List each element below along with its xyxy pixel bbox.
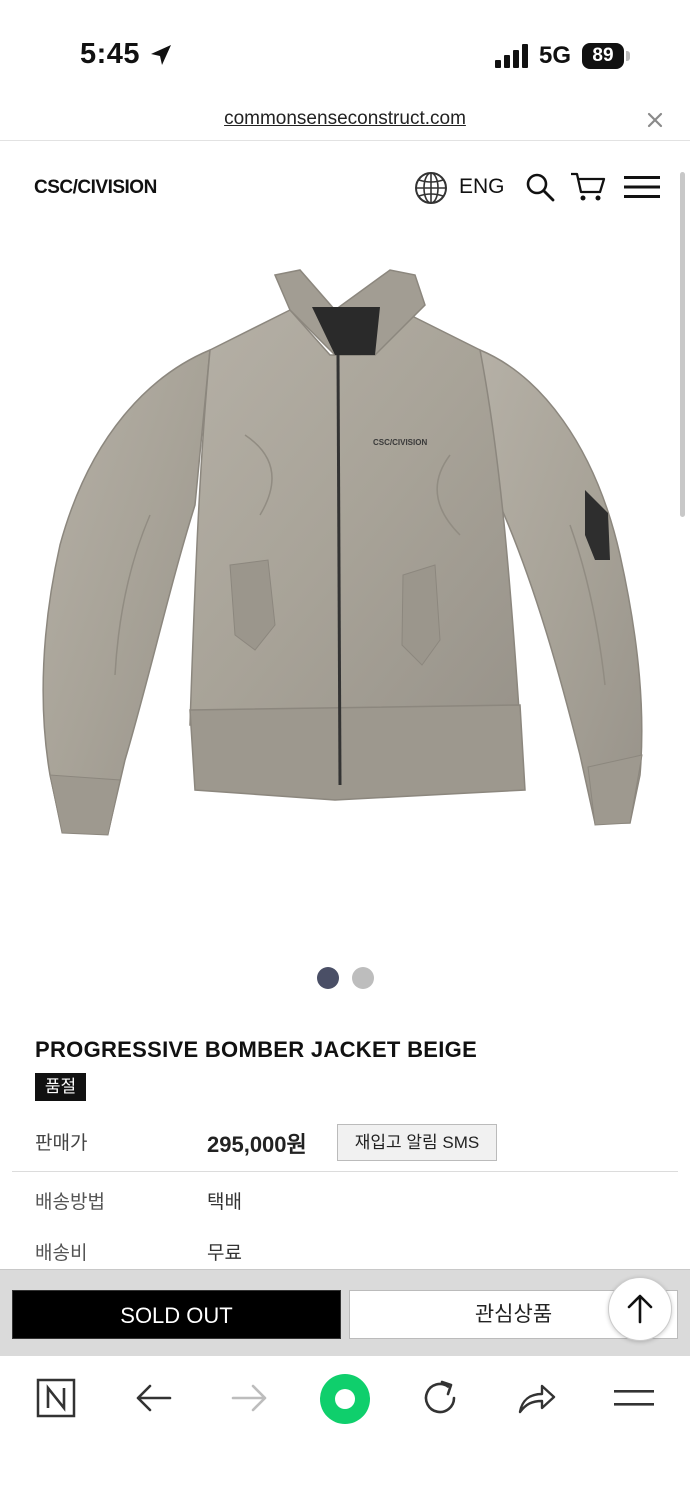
- menu-icon[interactable]: [624, 175, 660, 199]
- forward-arrow-icon[interactable]: [227, 1376, 271, 1420]
- price-label: 판매가: [35, 1133, 88, 1154]
- product-title: PROGRESSIVE BOMBER JACKET BEIGE: [35, 1037, 478, 1062]
- soldout-badge: 품절: [35, 1073, 86, 1101]
- url-text[interactable]: commonsenseconstruct.com: [0, 108, 690, 130]
- close-icon[interactable]: [645, 110, 665, 130]
- shipping-method-value: 택배: [207, 1192, 242, 1213]
- carousel-dot-2[interactable]: [352, 967, 374, 989]
- n-icon[interactable]: [34, 1376, 78, 1420]
- scrollbar[interactable]: [680, 172, 685, 517]
- language-selector[interactable]: ENG: [459, 175, 505, 199]
- globe-icon[interactable]: [414, 171, 448, 205]
- divider: [12, 1171, 678, 1172]
- restock-sms-button[interactable]: 재입고 알림 SMS: [337, 1124, 497, 1161]
- url-bar[interactable]: commonsenseconstruct.com: [0, 100, 690, 141]
- battery-icon: 89: [582, 43, 624, 69]
- green-dot-icon[interactable]: [318, 1372, 372, 1426]
- action-bar: SOLD OUT 관심상품: [0, 1269, 690, 1356]
- status-bar: 5:45 5G 89: [0, 0, 690, 100]
- jacket-print-text: CSC/CIVISION: [373, 438, 427, 447]
- search-icon[interactable]: [525, 172, 555, 202]
- scroll-top-button[interactable]: [608, 1277, 672, 1341]
- share-icon[interactable]: [514, 1376, 558, 1420]
- arrow-up-icon: [627, 1294, 653, 1324]
- location-arrow-icon: [151, 45, 171, 65]
- product-image-jacket[interactable]: CSC/CIVISION: [30, 255, 660, 850]
- site-header: CSC/CIVISION ENG: [0, 141, 690, 231]
- shipping-method-label: 배송방법: [35, 1192, 105, 1213]
- status-time: 5:45: [80, 38, 141, 70]
- sold-out-button[interactable]: SOLD OUT: [12, 1290, 341, 1339]
- battery-tip: [626, 51, 630, 61]
- shipping-fee-label: 배송비: [35, 1243, 88, 1264]
- network-type: 5G: [539, 42, 572, 69]
- site-logo[interactable]: CSC/CIVISION: [34, 177, 157, 199]
- price-value: 295,000원: [207, 1132, 307, 1157]
- browser-toolbar: [0, 1356, 690, 1500]
- cart-icon[interactable]: [570, 171, 606, 203]
- back-arrow-icon[interactable]: [132, 1376, 176, 1420]
- reload-icon[interactable]: [418, 1376, 462, 1420]
- carousel-dot-1[interactable]: [317, 967, 339, 989]
- signal-icon: [495, 44, 528, 68]
- menu-icon[interactable]: [612, 1376, 656, 1420]
- shipping-fee-value: 무료: [207, 1243, 242, 1264]
